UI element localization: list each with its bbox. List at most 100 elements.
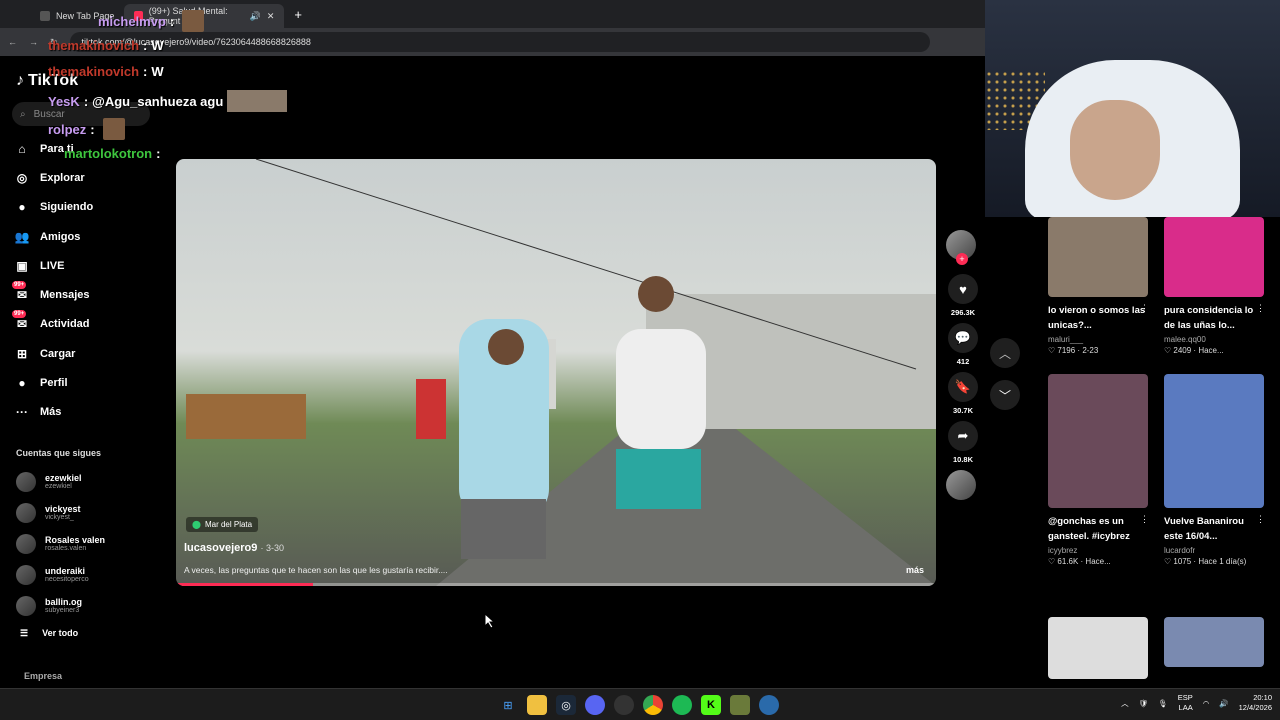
more-options-icon[interactable]: ⋮	[1256, 514, 1265, 525]
new-tab-button[interactable]: +	[294, 7, 302, 22]
chat-username: michelmvp	[98, 13, 166, 29]
share-icon[interactable]: ➦	[948, 421, 978, 451]
video-nav-arrows: ︿ ﹀	[990, 338, 1020, 422]
heart-icon[interactable]: ♥	[948, 274, 978, 304]
video-player[interactable]: ⬤ Mar del Plata lucasovejero9 · 3-30 A v…	[176, 159, 936, 586]
feed-card[interactable]	[1164, 617, 1267, 667]
following-account[interactable]: underaiki necesitoperco	[16, 559, 166, 590]
close-tab-icon[interactable]: ✕	[267, 11, 275, 22]
wifi-icon[interactable]: ◠	[1203, 699, 1210, 708]
back-icon[interactable]: ←	[8, 37, 17, 47]
tray-chevron-icon[interactable]: ︿	[1121, 698, 1129, 709]
follow-plus-icon[interactable]: +	[956, 253, 968, 265]
video-caption: A veces, las preguntas que te hacen son …	[184, 565, 448, 575]
obs-icon[interactable]	[614, 695, 634, 715]
share-action[interactable]: ➦ 10.8K	[946, 421, 980, 464]
company-link[interactable]: Empresa	[24, 671, 62, 681]
nav-item-upload[interactable]: ⊞ Cargar	[14, 339, 164, 368]
file-explorer-icon[interactable]	[527, 695, 547, 715]
feed-thumbnail[interactable]	[1164, 374, 1264, 508]
nav-item-live[interactable]: ▣ LIVE	[14, 251, 164, 280]
spotify-icon[interactable]	[672, 695, 692, 715]
see-all-link[interactable]: ☰ Ver todo	[20, 628, 78, 639]
volume-icon[interactable]: 🔊	[1219, 699, 1228, 708]
mic-icon[interactable]: 🎙	[1158, 699, 1168, 708]
discord-icon[interactable]	[585, 695, 605, 715]
more-caption-button[interactable]: más	[906, 565, 924, 575]
chevron-up-icon[interactable]: ︿	[990, 338, 1020, 368]
nav-item-activity[interactable]: ✉ 99+ Actividad	[12, 310, 164, 339]
chevron-down-icon[interactable]: ﹀	[990, 380, 1020, 410]
feed-card[interactable]: Vuelve Bananirou este 16/04... ⋮ lucardofr…	[1164, 374, 1267, 566]
feed-meta: ♡ 1075 · Hace 1 día(s)	[1164, 557, 1247, 566]
nav-label: Siguiendo	[40, 201, 94, 214]
nav-label: Perfil	[40, 377, 68, 390]
steam-icon[interactable]: ◎	[556, 695, 576, 715]
nav-item-friends[interactable]: 👥 Amigos	[14, 222, 164, 251]
account-username: necesitoperco	[45, 575, 89, 583]
video-progress-fill	[176, 583, 313, 586]
sound-disc-icon[interactable]	[946, 470, 976, 500]
ccleaner-icon[interactable]	[759, 695, 779, 715]
following-account[interactable]: ballin.og subyeiner3	[16, 590, 166, 621]
app-icon[interactable]	[730, 695, 750, 715]
nav-item-compass[interactable]: ◎ Explorar	[14, 163, 164, 192]
location-pin-icon: ⬤	[192, 520, 201, 529]
feed-card[interactable]	[1048, 617, 1151, 679]
feed-thumbnail[interactable]	[1048, 374, 1148, 508]
feed-title: pura consi­dencia lo de las uñas lo...	[1164, 305, 1254, 331]
windows-start-icon[interactable]: ⊞	[498, 695, 518, 715]
chat-message: michelmvp:	[98, 10, 205, 32]
nav-item-message[interactable]: ✉ 99+ Mensajes	[12, 280, 164, 309]
save-action[interactable]: 🔖 30.7K	[946, 372, 980, 415]
author-avatar[interactable]: +	[946, 230, 976, 265]
feed-card[interactable]: lo vieron o somos las unicas?... ⋮ maluri_…	[1048, 217, 1151, 355]
share-count: 10.8K	[952, 455, 973, 464]
more-options-icon[interactable]: ⋮	[1140, 303, 1149, 314]
chrome-icon[interactable]	[643, 695, 663, 715]
security-icon[interactable]: 🛡	[1139, 699, 1149, 708]
feed-username: maluri___	[1048, 335, 1084, 344]
following-account[interactable]: ezewkiel ezewkiel	[16, 466, 166, 497]
feed-thumbnail[interactable]	[1164, 217, 1264, 297]
language-indicator[interactable]: ESP LAA	[1178, 693, 1193, 713]
forward-icon[interactable]: →	[29, 37, 38, 47]
more-options-icon[interactable]: ⋮	[1256, 303, 1265, 314]
kick-icon[interactable]: K	[701, 695, 721, 715]
account-username: vickyest_	[45, 513, 74, 521]
feed-card[interactable]: pura consi­dencia lo de las uñas lo... ⋮ m…	[1164, 217, 1267, 355]
clock[interactable]: 20:10 12/4/2026	[1239, 693, 1272, 713]
account-name: ezewkiel	[45, 472, 82, 483]
comment-action[interactable]: 💬 412	[946, 323, 980, 366]
like-action[interactable]: ♥ 296.3K	[946, 274, 980, 317]
location-tag[interactable]: ⬤ Mar del Plata	[186, 517, 259, 532]
nav-item-more[interactable]: ··· Más	[14, 398, 164, 427]
feed-card[interactable]: @gonchas es un gansteel. #icybrez ⋮ icyybr…	[1048, 374, 1151, 566]
more-options-icon[interactable]: ⋮	[1140, 514, 1149, 525]
nav-label: Amigos	[40, 230, 81, 243]
notification-badge: 99+	[12, 281, 27, 290]
url-field[interactable]: tiktok.com/@lucasovejero9/video/76230644…	[69, 32, 930, 52]
account-name: Rosales valen	[45, 534, 106, 545]
avatar	[16, 502, 36, 523]
chat-emote	[102, 118, 125, 140]
following-account[interactable]: vickyest vickyest_	[16, 497, 166, 528]
feed-thumbnail[interactable]	[1164, 617, 1264, 667]
nav-item-following-avatar[interactable]: ● Siguiendo	[14, 193, 164, 222]
feed-thumbnail[interactable]	[1048, 617, 1148, 679]
comment-icon[interactable]: 💬	[948, 323, 978, 353]
nav-item-profile[interactable]: ● Perfil	[14, 368, 164, 397]
notification-badge: 99+	[12, 310, 27, 319]
bookmark-icon[interactable]: 🔖	[948, 372, 978, 402]
video-progress-bar[interactable]	[176, 583, 936, 586]
feed-meta: ♡ 7196 · 2-23	[1048, 346, 1099, 355]
feed-thumbnail[interactable]	[1048, 217, 1148, 297]
following-account[interactable]: Rosales valen rosales.valen	[16, 528, 166, 559]
action-column: + ♥ 296.3K 💬 412 🔖 30.7K ➦ 10.8K	[946, 230, 980, 514]
chat-message: YesK: @Agu_sanhueza agu	[48, 90, 288, 112]
friends-icon: 👥	[14, 229, 30, 244]
video-author[interactable]: lucasovejero9 · 3-30	[184, 542, 284, 554]
heart-outline-icon: ♡	[1164, 557, 1172, 566]
chat-emote	[227, 90, 288, 112]
more-icon: ···	[16, 405, 28, 420]
